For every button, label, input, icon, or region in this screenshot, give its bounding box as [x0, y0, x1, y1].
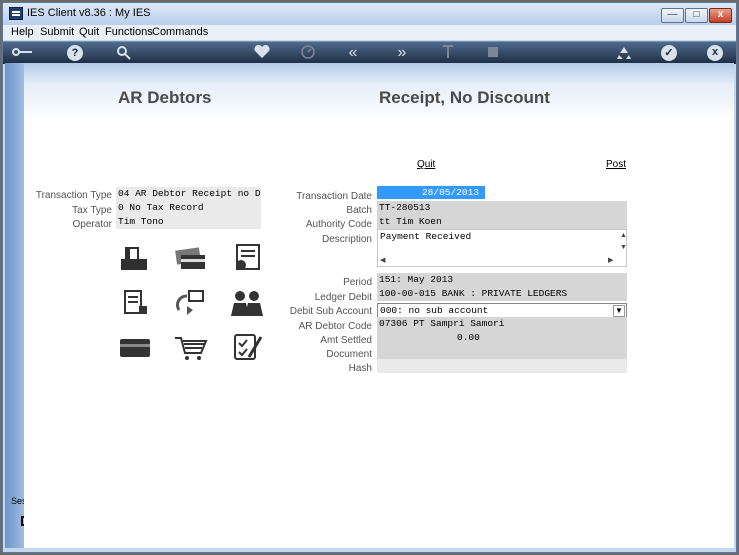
- period-field[interactable]: 151: May 2013: [377, 273, 627, 287]
- refresh-icon[interactable]: [173, 288, 209, 318]
- users-icon[interactable]: [229, 288, 265, 318]
- cards-icon[interactable]: [173, 243, 209, 273]
- close-window-button[interactable]: x: [709, 8, 732, 23]
- tax-type-label: Tax Type: [72, 205, 112, 216]
- ar-debtor-code-field[interactable]: 07306 PT Sampri Samori: [377, 317, 627, 331]
- check-icon[interactable]: ✓: [661, 45, 677, 61]
- scroll-up-icon[interactable]: ▲: [620, 232, 627, 239]
- scroll-left-icon[interactable]: ◀: [380, 256, 385, 264]
- amt-settled-field[interactable]: 0.00: [377, 331, 627, 345]
- document-label: Document: [326, 349, 372, 360]
- transaction-date-label: Transaction Date: [296, 191, 372, 202]
- app-icon: [9, 7, 23, 20]
- scroll-right-icon[interactable]: ▶: [608, 256, 613, 264]
- quit-link[interactable]: Quit: [417, 159, 435, 170]
- split-icon[interactable]: [440, 45, 456, 61]
- search-icon[interactable]: [115, 45, 133, 61]
- cart-icon[interactable]: [173, 333, 209, 363]
- minimize-button[interactable]: —: [661, 8, 684, 23]
- checklist-icon[interactable]: [229, 331, 265, 361]
- ar-debtor-code-label: AR Debtor Code: [298, 321, 372, 332]
- card-icon[interactable]: [117, 333, 153, 363]
- help-icon[interactable]: ?: [67, 45, 83, 61]
- document-edit-icon[interactable]: [117, 288, 153, 318]
- clock-icon[interactable]: [299, 45, 317, 61]
- transaction-type-label: Transaction Type: [35, 190, 112, 201]
- menu-help[interactable]: Help: [11, 26, 34, 38]
- batch-label: Batch: [346, 205, 372, 216]
- batch-field[interactable]: TT-280513: [377, 201, 627, 215]
- menu-functions[interactable]: Functions: [105, 26, 153, 38]
- window-bottom-edge: [3, 548, 736, 552]
- operator-label: Operator: [72, 219, 112, 230]
- back-icon[interactable]: «: [343, 45, 363, 61]
- key-icon[interactable]: [11, 45, 33, 61]
- ledger-debit-field[interactable]: 100-00-015 BANK : PRIVATE LEDGERS: [377, 287, 627, 301]
- main-content: AR Debtors Transaction Type 04 AR Debtor…: [24, 63, 734, 548]
- menu-quit[interactable]: Quit: [79, 26, 99, 38]
- square-icon[interactable]: [485, 45, 501, 61]
- tax-type-value[interactable]: 0 No Tax Record: [116, 201, 261, 215]
- amt-settled-label: Amt Settled: [320, 335, 372, 346]
- transaction-date-value: 28/05/2013: [377, 186, 485, 199]
- session-strip: [5, 63, 24, 548]
- right-panel-title: Receipt, No Discount: [379, 88, 550, 107]
- debit-sub-account-select[interactable]: 000: no sub account: [377, 303, 627, 318]
- heart-icon[interactable]: [253, 44, 271, 61]
- authority-code-label: Authority Code: [305, 219, 372, 230]
- scroll-down-icon[interactable]: ▼: [620, 244, 627, 251]
- chevron-down-icon[interactable]: ▼: [613, 305, 625, 317]
- close-icon[interactable]: x: [707, 45, 723, 61]
- menu-commands[interactable]: Commands: [152, 26, 208, 38]
- description-label: Description: [321, 234, 372, 245]
- ledger-debit-label: Ledger Debit: [314, 292, 372, 303]
- certificate-icon[interactable]: [229, 241, 265, 271]
- left-panel-title: AR Debtors: [118, 88, 212, 107]
- menu-submit[interactable]: Submit: [40, 26, 74, 38]
- operator-value[interactable]: Tim Tono: [116, 215, 261, 229]
- description-value: Payment Received: [380, 231, 472, 242]
- hash-label: Hash: [348, 363, 372, 374]
- app-window: IES Client v8.36 : My IES — □ x Help Sub…: [2, 2, 737, 553]
- description-textarea[interactable]: Payment Received: [377, 229, 627, 267]
- amt-settled-value: 0.00: [457, 332, 480, 343]
- post-link[interactable]: Post: [606, 159, 626, 170]
- period-label: Period: [343, 277, 372, 288]
- maximize-button[interactable]: □: [685, 8, 708, 23]
- authority-code-field[interactable]: tt Tim Koen: [377, 215, 627, 229]
- toolbar: ? « » ✓ x: [3, 41, 736, 64]
- printer-icon[interactable]: [117, 243, 153, 273]
- debit-sub-account-label: Debit Sub Account: [289, 306, 372, 317]
- transaction-date-field[interactable]: 28/05/2013: [377, 186, 627, 200]
- recycle-icon[interactable]: [615, 45, 633, 61]
- title-bar: IES Client v8.36 : My IES — □ x: [3, 3, 736, 25]
- transaction-type-value[interactable]: 04 AR Debtor Receipt no Disco: [116, 187, 261, 201]
- hash-field[interactable]: [377, 359, 627, 373]
- menu-bar: Help Submit Quit Functions Commands: [3, 25, 736, 40]
- window-title: IES Client v8.36 : My IES: [27, 7, 151, 19]
- forward-icon[interactable]: »: [392, 45, 412, 61]
- document-field[interactable]: [377, 345, 627, 359]
